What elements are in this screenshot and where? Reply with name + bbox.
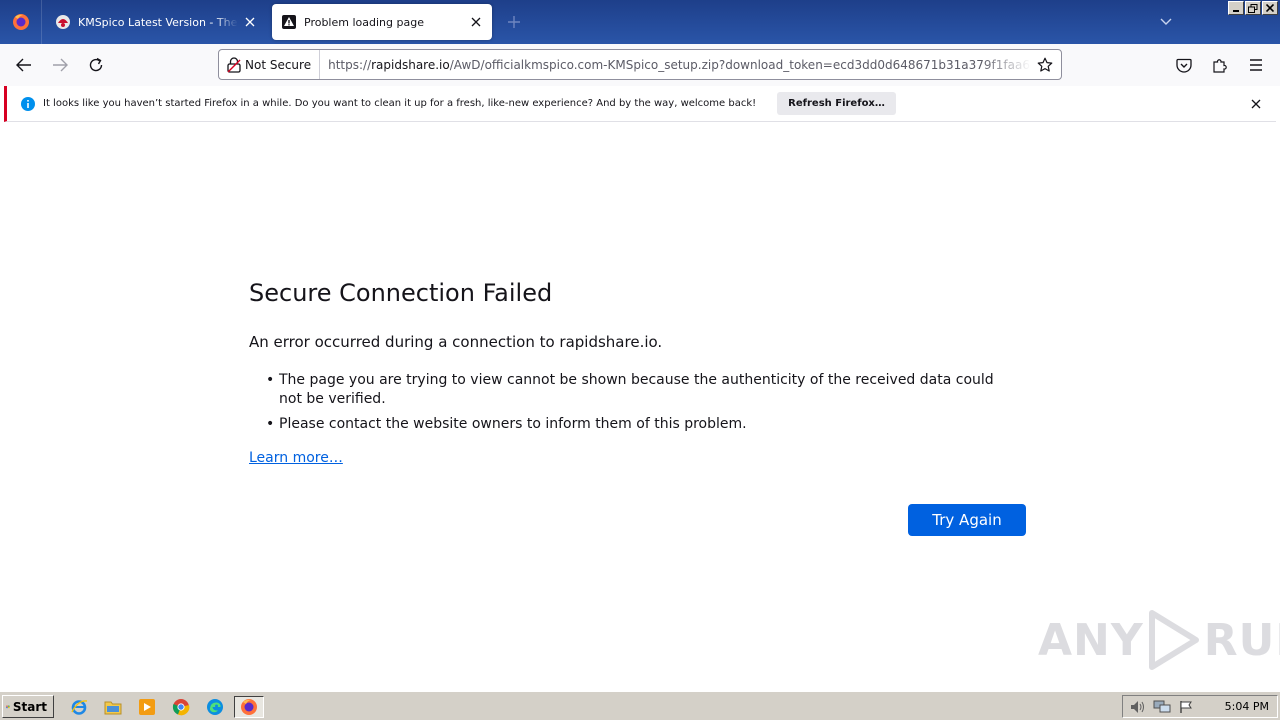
error-details-list: The page you are trying to view cannot b…: [249, 371, 1029, 440]
warning-favicon-icon: [282, 15, 296, 29]
edge-icon: [207, 699, 223, 715]
media-player-icon: [139, 699, 155, 715]
navigation-toolbar: Not Secure https://rapidshare.io/AwD/off…: [0, 44, 1280, 86]
notification-message: It looks like you haven’t started Firefo…: [43, 98, 757, 109]
broken-lock-icon: [227, 56, 241, 73]
flag-icon: [1180, 700, 1192, 713]
start-button[interactable]: Start: [2, 695, 54, 718]
reload-button[interactable]: [82, 51, 110, 79]
list-all-tabs-button[interactable]: [1154, 10, 1178, 34]
back-button[interactable]: [10, 51, 38, 79]
url-text[interactable]: https://rapidshare.io/AwD/officialkmspic…: [320, 58, 1031, 72]
anyrun-watermark: ANY RUN: [1038, 610, 1280, 670]
error-page: Secure Connection Failed An error occurr…: [0, 123, 1280, 691]
restore-icon: [1248, 3, 1258, 13]
bookmark-button[interactable]: [1031, 51, 1059, 79]
pocket-button[interactable]: [1170, 51, 1198, 79]
tab-strip: KMSpico Latest Version - The OFFICIAL Pr…: [0, 0, 1280, 44]
tab-title: KMSpico Latest Version - The OFFICIAL: [78, 15, 238, 29]
close-icon: [1266, 4, 1274, 12]
firefox-icon: [12, 14, 29, 30]
chrome-icon: [172, 699, 190, 716]
new-tab-button[interactable]: [500, 8, 528, 36]
firefox-icon: [241, 699, 257, 715]
minimize-window-button[interactable]: [1228, 1, 1244, 15]
close-window-button[interactable]: [1262, 1, 1278, 15]
puzzle-icon: [1213, 59, 1227, 73]
ie-icon: [71, 700, 88, 715]
url-host: rapidshare.io: [371, 57, 450, 72]
learn-more-link[interactable]: Learn more…: [249, 450, 1029, 466]
folder-icon: [104, 701, 122, 715]
site-security-button[interactable]: Not Secure: [219, 50, 321, 79]
info-icon: [21, 96, 35, 111]
arrow-right-icon: [53, 58, 68, 72]
plus-icon: [508, 16, 520, 28]
star-icon: [1037, 57, 1053, 72]
network-tray-button[interactable]: [1153, 699, 1171, 715]
watermark-right: RUN: [1203, 614, 1280, 666]
chevron-down-icon: [1160, 18, 1172, 25]
firefox-taskbar-button[interactable]: [234, 696, 264, 718]
media-player-taskbar-button[interactable]: [137, 697, 157, 717]
edge-taskbar-button[interactable]: [205, 697, 225, 717]
try-again-button[interactable]: Try Again: [908, 504, 1026, 536]
tab-problem-loading[interactable]: Problem loading page: [272, 4, 492, 40]
play-logo-icon: [1148, 610, 1199, 670]
close-icon: [1251, 99, 1261, 109]
hamburger-menu-icon: [1250, 59, 1262, 71]
start-label: Start: [12, 699, 47, 714]
system-tray: 5:04 PM: [1122, 695, 1278, 718]
restore-window-button[interactable]: [1245, 1, 1261, 15]
list-item: The page you are trying to view cannot b…: [249, 371, 1009, 409]
extensions-button[interactable]: [1206, 51, 1234, 79]
explorer-taskbar-button[interactable]: [103, 697, 123, 717]
url-bar[interactable]: Not Secure https://rapidshare.io/AwD/off…: [218, 49, 1062, 80]
chrome-taskbar-button[interactable]: [171, 697, 191, 717]
refresh-firefox-button[interactable]: Refresh Firefox…: [777, 92, 896, 115]
security-label: Not Secure: [245, 57, 312, 72]
kmspico-favicon-icon: [56, 15, 70, 29]
minimize-icon: [1233, 10, 1239, 12]
tab-kmspico[interactable]: KMSpico Latest Version - The OFFICIAL: [46, 4, 266, 40]
close-tab-icon[interactable]: [464, 10, 488, 34]
ie-taskbar-button[interactable]: [69, 697, 89, 717]
reload-icon: [89, 57, 103, 72]
windows-logo-icon: [6, 705, 10, 708]
arrow-left-icon: [16, 58, 31, 72]
error-title: Secure Connection Failed: [249, 279, 553, 307]
tab-title: Problem loading page: [304, 15, 424, 29]
firefox-view-button[interactable]: [0, 0, 42, 44]
close-notification-button[interactable]: [1246, 94, 1266, 114]
speaker-icon: [1131, 700, 1144, 713]
list-item: Please contact the website owners to inf…: [249, 415, 1009, 434]
forward-button[interactable]: [46, 51, 74, 79]
app-menu-button[interactable]: [1242, 51, 1270, 79]
taskbar: Start 5:04 PM: [0, 691, 1280, 720]
clock[interactable]: 5:04 PM: [1225, 700, 1269, 713]
action-center-tray-button[interactable]: [1177, 699, 1195, 715]
pocket-icon: [1176, 58, 1192, 73]
url-prefix: https://: [328, 57, 372, 72]
watermark-left: ANY: [1038, 614, 1144, 666]
error-description: An error occurred during a connection to…: [249, 333, 663, 351]
close-tab-icon[interactable]: [238, 10, 262, 34]
network-icon: [1153, 700, 1171, 712]
volume-tray-button[interactable]: [1129, 699, 1147, 715]
notification-bar: It looks like you haven’t started Firefo…: [4, 86, 1276, 122]
url-path: /AwD/officialkmspico.com-KMSpico_setup.z…: [449, 57, 1031, 72]
